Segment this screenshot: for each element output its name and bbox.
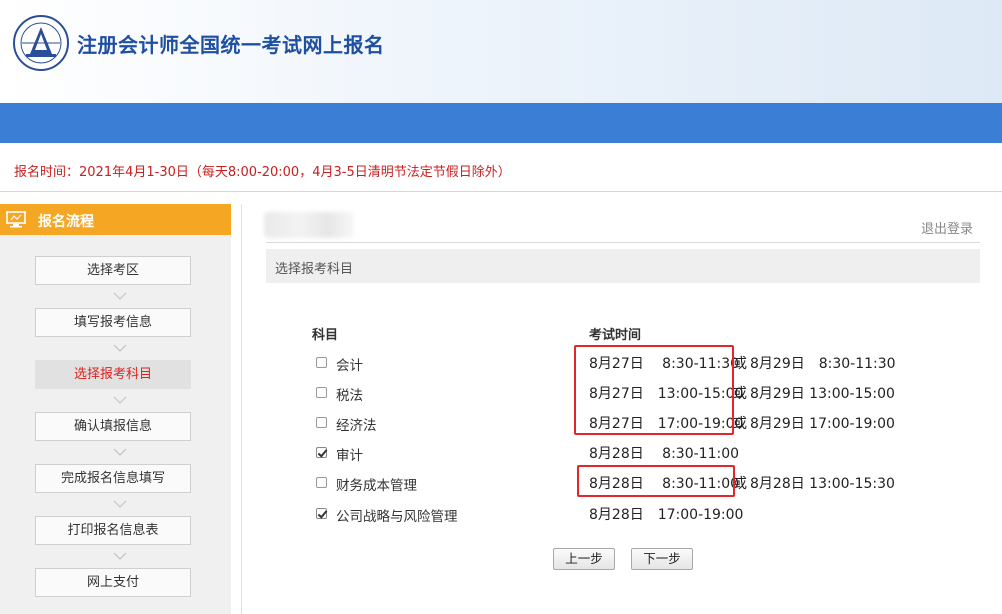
highlight-box — [574, 345, 734, 435]
registration-notice: 报名时间：2021年4月1-30日（每天8:00-20:00，4月3-5日清明节… — [0, 150, 1002, 192]
site-header: 注册会计师全国统一考试网上报名 — [0, 0, 1002, 103]
exam-time-option-2: 8月29日 17:00-19:00 — [750, 416, 895, 432]
exam-time-option-1: 8月28日 8:30-11:00 — [589, 446, 740, 462]
cicpa-seal-logo-icon — [13, 15, 69, 71]
chevron-down-icon — [113, 396, 127, 404]
subject-name: 税法 — [336, 388, 363, 404]
exam-time-option-2: 8月28日 13:00-15:30 — [750, 476, 895, 492]
logout-link[interactable]: 退出登录 — [921, 218, 973, 237]
prev-step-button[interactable]: 上一步 — [553, 548, 615, 570]
registration-period-text: 报名时间：2021年4月1-30日（每天8:00-20:00，4月3-5日清明节… — [14, 165, 511, 180]
chevron-down-icon — [113, 448, 127, 456]
step-online-payment[interactable]: 网上支付 — [35, 568, 191, 597]
step-select-exam-area[interactable]: 选择考区 — [35, 256, 191, 285]
step-fill-exam-info[interactable]: 填写报考信息 — [35, 308, 191, 337]
or-label: 或 — [733, 476, 747, 492]
chevron-down-icon — [113, 552, 127, 560]
exam-time-option-2: 8月29日 13:00-15:00 — [750, 386, 895, 402]
section-title: 选择报考科目 — [275, 262, 354, 277]
subject-checkbox[interactable] — [316, 477, 327, 488]
or-label: 或 — [733, 386, 747, 402]
or-label: 或 — [733, 416, 747, 432]
monitor-icon — [6, 211, 26, 228]
sidebar-heading: 报名流程 — [0, 204, 231, 235]
next-step-button[interactable]: 下一步 — [631, 548, 693, 570]
subject-name: 经济法 — [336, 418, 377, 434]
username-redacted — [264, 212, 354, 238]
time-column-header: 考试时间 — [589, 328, 642, 343]
step-select-subjects[interactable]: 选择报考科目 — [35, 360, 191, 389]
highlight-box — [577, 465, 735, 497]
subject-checkbox[interactable] — [316, 447, 327, 458]
chevron-down-icon — [113, 344, 127, 352]
step-complete-registration[interactable]: 完成报名信息填写 — [35, 464, 191, 493]
sidebar-heading-label: 报名流程 — [38, 214, 94, 230]
exam-time-option-2: 8月29日 8:30-11:30 — [750, 356, 896, 372]
subject-checkbox[interactable] — [316, 417, 327, 428]
exam-time-option-1: 8月28日 17:00-19:00 — [589, 507, 744, 523]
subject-checkbox[interactable] — [316, 387, 327, 398]
or-label: 或 — [733, 356, 747, 372]
subject-name: 公司战略与风险管理 — [336, 509, 458, 525]
subject-name: 审计 — [336, 448, 363, 464]
step-confirm-info[interactable]: 确认填报信息 — [35, 412, 191, 441]
subject-name: 会计 — [336, 358, 363, 374]
sidebar: 报名流程 选择考区 填写报考信息 选择报考科目 确认填报信息 完成报名信息填写 … — [0, 204, 231, 614]
subject-name: 财务成本管理 — [336, 478, 417, 494]
chevron-down-icon — [113, 500, 127, 508]
step-print-registration-form[interactable]: 打印报名信息表 — [35, 516, 191, 545]
chevron-down-icon — [113, 292, 127, 300]
nav-bar — [0, 103, 1002, 143]
site-title: 注册会计师全国统一考试网上报名 — [77, 33, 385, 57]
divider — [266, 242, 980, 243]
subject-checkbox[interactable] — [316, 357, 327, 368]
subject-checkbox[interactable] — [316, 508, 327, 519]
subject-column-header: 科目 — [312, 328, 339, 343]
section-header: 选择报考科目 — [266, 249, 980, 283]
